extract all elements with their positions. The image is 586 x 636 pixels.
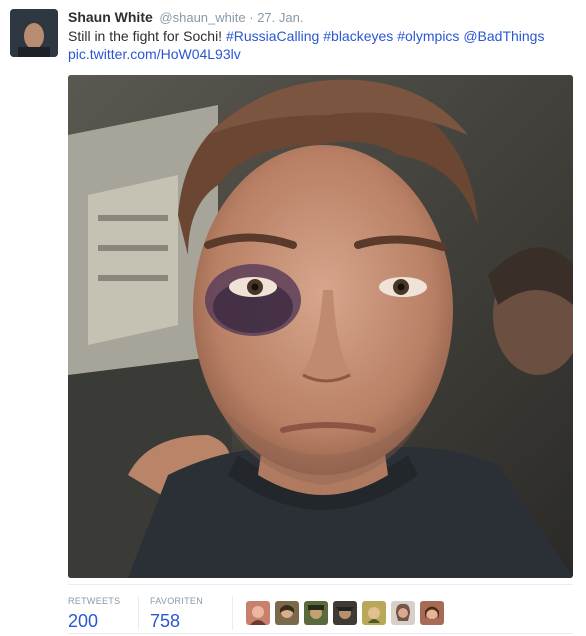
stats-top-divider	[68, 584, 573, 585]
mention-badthings[interactable]: @BadThings	[463, 28, 544, 44]
user-avatar[interactable]	[10, 9, 58, 57]
tweet-text: Still in the fight for Sochi! #RussiaCal…	[68, 27, 573, 63]
tweet-text-plain: Still in the fight for Sochi!	[68, 28, 226, 44]
favorites-label: FAVORITEN	[150, 596, 204, 606]
pic-link[interactable]: pic.twitter.com/HoW04L93lv	[68, 46, 241, 62]
stats-separator-1	[138, 596, 139, 630]
tweet-container: Shaun White @shaun_white · 27. Jan. Stil…	[0, 0, 586, 636]
retweets-count[interactable]: 200	[68, 610, 120, 632]
favoriter-avatar-3[interactable]	[304, 601, 328, 625]
stats-separator-2	[232, 596, 233, 630]
favoriter-avatar-2[interactable]	[275, 601, 299, 625]
favoriter-avatar-7[interactable]	[420, 601, 444, 625]
hashtag-blackeyes[interactable]: #blackeyes	[323, 28, 393, 44]
header-separator: ·	[249, 10, 254, 25]
tweet-header: Shaun White @shaun_white · 27. Jan.	[68, 9, 303, 26]
user-fullname[interactable]: Shaun White	[68, 9, 153, 25]
favoriter-avatar-6[interactable]	[391, 601, 415, 625]
favorites-stat[interactable]: FAVORITEN 758	[150, 596, 203, 632]
retweets-label: RETWEETS	[68, 596, 121, 606]
favorites-count[interactable]: 758	[150, 610, 203, 632]
user-handle[interactable]: @shaun_white	[159, 10, 245, 25]
tweet-timestamp[interactable]: 27. Jan.	[257, 10, 303, 25]
favoriter-avatar-5[interactable]	[362, 601, 386, 625]
photo-image	[68, 75, 573, 578]
avatar-image	[10, 9, 58, 57]
retweets-stat[interactable]: RETWEETS 200	[68, 596, 120, 632]
favoriter-avatar-1[interactable]	[246, 601, 270, 625]
stats-bottom-divider	[68, 633, 573, 634]
hashtag-russiacalling[interactable]: #RussiaCalling	[226, 28, 319, 44]
favoriter-avatar-4[interactable]	[333, 601, 357, 625]
tweet-photo[interactable]	[68, 75, 573, 578]
hashtag-olympics[interactable]: #olympics	[397, 28, 459, 44]
favoriters-avatars	[246, 601, 444, 625]
